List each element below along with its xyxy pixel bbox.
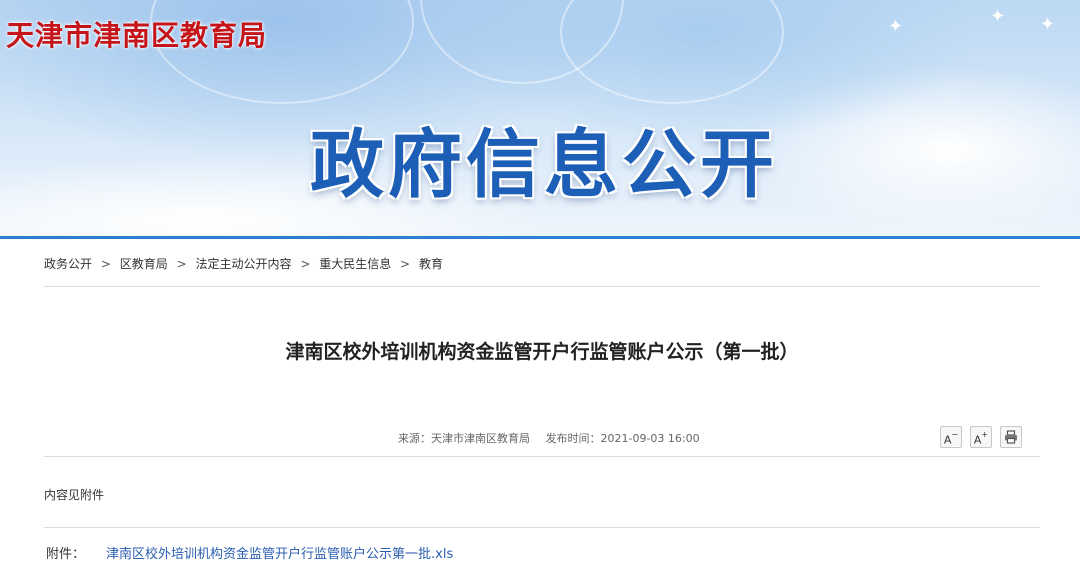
banner-divider [0,236,1080,239]
plus-icon: + [981,430,989,439]
breadcrumb: 政务公开 > 区教育局 > 法定主动公开内容 > 重大民生信息 > 教育 [44,255,443,272]
breadcrumb-item-education[interactable]: 教育 [419,257,443,271]
breadcrumb-item-education-bureau[interactable]: 区教育局 [120,257,168,271]
site-title[interactable]: 天津市津南区教育局 [6,14,267,54]
article-source: 来源：天津市津南区教育局 [398,432,530,445]
breadcrumb-separator: > [400,257,411,271]
breadcrumb-item-livelihood-info[interactable]: 重大民生信息 [319,257,391,271]
article-meta: 来源：天津市津南区教育局 发布时间：2021-09-03 16:00 [398,430,700,446]
font-decrease-button[interactable]: A− [940,426,962,448]
breadcrumb-divider [44,286,1040,287]
attachment-label: 附件： [46,547,86,562]
breadcrumb-separator: > [176,257,187,271]
print-button[interactable] [1000,426,1022,448]
bird-decoration: ✦ [1040,14,1056,35]
font-increase-button[interactable]: A+ [970,426,992,448]
breadcrumb-item-gov-affairs[interactable]: 政务公开 [44,257,92,271]
minus-icon: − [951,430,959,439]
banner-heading: 政府信息公开 [310,122,778,208]
body-divider [44,527,1040,528]
article-publish-time: 发布时间：2021-09-03 16:00 [545,432,700,445]
article-title: 津南区校外培训机构资金监管开户行监管账户公示（第一批） [285,341,799,363]
breadcrumb-item-statutory-disclosure[interactable]: 法定主动公开内容 [195,257,291,271]
bird-decoration: ✦ [888,16,904,37]
attachment-link[interactable]: 津南区校外培训机构资金监管开户行监管账户公示第一批.xls [106,543,453,562]
printer-icon [1005,430,1017,444]
meta-divider [44,456,1040,457]
header-banner: ✦ ✦ ✦ 天津市津南区教育局 政府信息公开 [0,0,1080,238]
breadcrumb-separator: > [100,257,111,271]
breadcrumb-separator: > [300,257,311,271]
article-body: 内容见附件 [44,488,105,502]
bird-decoration: ✦ [990,6,1006,27]
